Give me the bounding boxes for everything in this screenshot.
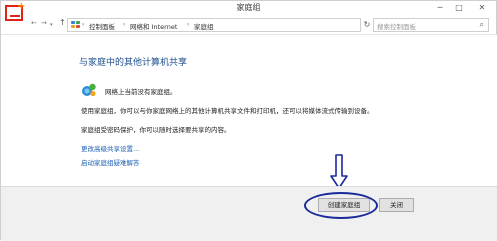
breadcrumb-separator: ›	[82, 21, 85, 28]
search-placeholder: 搜索控制面板	[377, 23, 416, 31]
footer-bar: 创建家庭组 关闭	[1, 186, 497, 241]
control-panel-icon	[71, 21, 80, 29]
title-bar: 家庭组 ─ □ ✕	[1, 1, 496, 17]
breadcrumb-separator[interactable]: ›	[123, 21, 125, 28]
annotation-highlight-ellipse	[304, 192, 378, 219]
minimize-button[interactable]: ─	[431, 1, 449, 15]
close-window-button[interactable]: ✕	[469, 1, 495, 15]
main-content: 与家庭中的其他计算机共享 网络上当前没有家庭组。 使用家庭组，你可以与你家庭网络…	[1, 34, 497, 187]
breadcrumb-control-panel[interactable]: 控制面板	[89, 21, 115, 31]
close-button[interactable]: 关闭	[379, 198, 414, 212]
homegroup-window: 家庭组 ─ □ ✕ + ← → ▾ ↑ › 控制面板 › 网络和 Interne…	[0, 0, 497, 241]
no-homegroup-status: 网络上当前没有家庭组。	[105, 88, 177, 96]
homegroup-description: 使用家庭组，你可以与你家庭网络上的其他计算机共享文件和打印机，还可以将媒体流式传…	[81, 107, 374, 115]
breadcrumb-network-internet[interactable]: 网络和 Internet	[130, 21, 177, 31]
forward-arrow-icon[interactable]: →	[41, 19, 47, 27]
homegroup-troubleshooter-link[interactable]: 启动家庭组疑难解答	[81, 157, 140, 167]
breadcrumb-homegroup[interactable]: 家庭组	[194, 21, 214, 31]
recent-locations-dropdown-icon[interactable]: ▾	[50, 22, 53, 28]
up-arrow-icon[interactable]: ↑	[59, 18, 66, 27]
password-description: 家庭组受密码保护，你可以随时选择要共享的内容。	[81, 126, 231, 134]
annotation-down-arrow-icon	[330, 154, 348, 189]
breadcrumb-separator[interactable]: ›	[187, 21, 189, 28]
refresh-icon[interactable]: ↻	[361, 19, 373, 31]
search-input[interactable]: 搜索控制面板 ⌕	[373, 18, 489, 32]
maximize-button[interactable]: □	[450, 1, 468, 15]
search-icon[interactable]: ⌕	[480, 20, 484, 30]
homegroup-icon	[82, 83, 96, 97]
address-bar[interactable]: › 控制面板 › 网络和 Internet › 家庭组 ▾	[67, 18, 417, 32]
page-heading: 与家庭中的其他计算机共享	[79, 58, 188, 68]
advanced-sharing-settings-link[interactable]: 更改高级共享设置...	[81, 143, 139, 153]
back-arrow-icon[interactable]: ←	[31, 19, 37, 27]
window-title: 家庭组	[236, 3, 261, 12]
